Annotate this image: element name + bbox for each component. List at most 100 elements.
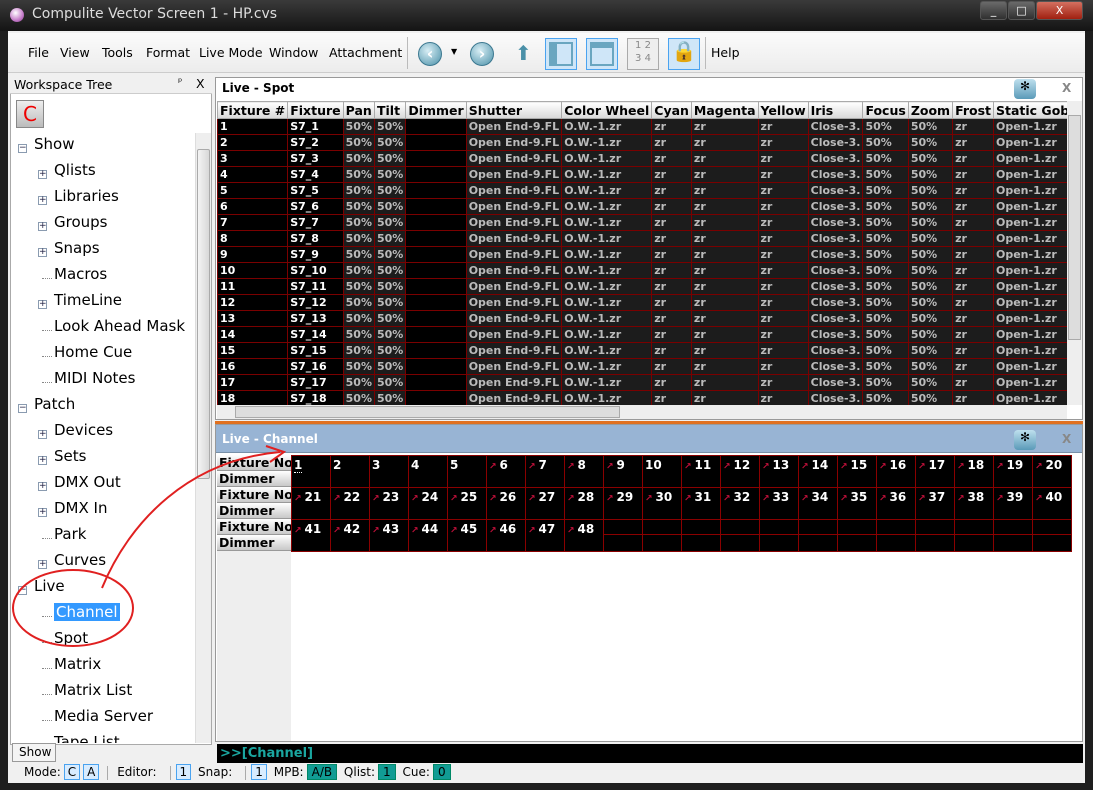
table-cell[interactable]: zr: [651, 134, 692, 151]
table-cell[interactable]: 50%: [373, 166, 407, 183]
table-cell[interactable]: zr: [757, 214, 809, 231]
snap-value[interactable]: 1: [251, 764, 267, 780]
empty-channel-cell[interactable]: [798, 519, 838, 552]
table-cell[interactable]: [405, 262, 467, 279]
channel-cell-30[interactable]: ↗ 30: [642, 487, 682, 520]
table-cell[interactable]: 50%: [373, 150, 407, 167]
table-cell[interactable]: 50%: [907, 230, 954, 247]
column-header[interactable]: Fixture #: [217, 101, 289, 119]
collapse-icon[interactable]: −: [18, 144, 27, 153]
table-cell[interactable]: 13: [217, 310, 289, 327]
column-header[interactable]: Frost: [952, 101, 994, 119]
column-header[interactable]: Static Gobo Whe: [992, 101, 1067, 119]
column-header[interactable]: Magenta: [690, 101, 759, 119]
table-cell[interactable]: zr: [952, 342, 994, 359]
table-cell[interactable]: zr: [952, 390, 994, 405]
table-cell[interactable]: zr: [757, 150, 809, 167]
table-cell[interactable]: [405, 294, 467, 311]
channel-cell-46[interactable]: ↗ 46: [486, 519, 526, 552]
table-cell[interactable]: zr: [651, 374, 692, 391]
table-cell[interactable]: 50%: [373, 198, 407, 215]
table-cell[interactable]: Close-3.: [807, 390, 864, 405]
table-cell[interactable]: 50%: [907, 326, 954, 343]
table-cell[interactable]: zr: [690, 214, 759, 231]
tree-item-sets[interactable]: Sets: [54, 447, 86, 465]
table-cell[interactable]: S7_14: [287, 326, 344, 343]
table-cell[interactable]: Close-3.: [807, 358, 864, 375]
table-cell[interactable]: S7_10: [287, 262, 344, 279]
channel-cell-11[interactable]: ↗ 11: [681, 455, 721, 488]
table-cell[interactable]: 50%: [342, 134, 375, 151]
close-icon[interactable]: X: [196, 76, 205, 91]
settings-gear-icon[interactable]: ✻: [1014, 430, 1036, 450]
expand-icon[interactable]: +: [38, 560, 47, 569]
expand-icon[interactable]: +: [38, 482, 47, 491]
table-cell[interactable]: 10: [217, 262, 289, 279]
table-row[interactable]: 13 S7_13 50% 50% Open End-9.FL O.W.-1.zr zr zr z…: [217, 310, 1067, 327]
table-cell[interactable]: S7_1: [287, 118, 344, 135]
table-cell[interactable]: [405, 118, 467, 135]
table-cell[interactable]: Open-1.zr: [992, 374, 1067, 391]
channel-cell-22[interactable]: ↗ 22: [330, 487, 370, 520]
table-cell[interactable]: zr: [651, 390, 692, 405]
channel-cell-42[interactable]: ↗ 42: [330, 519, 370, 552]
tree-item-matrix-list[interactable]: Matrix List: [54, 681, 132, 699]
table-cell[interactable]: zr: [690, 358, 759, 375]
channel-cell-18[interactable]: ↗ 18: [954, 455, 994, 488]
close-icon[interactable]: X: [1062, 432, 1071, 446]
table-cell[interactable]: Open-1.zr: [992, 358, 1067, 375]
table-cell[interactable]: [405, 278, 467, 295]
layout-tree-icon[interactable]: [545, 38, 577, 70]
table-cell[interactable]: zr: [757, 246, 809, 263]
tree-item-curves[interactable]: Curves: [54, 551, 106, 569]
table-cell[interactable]: zr: [952, 326, 994, 343]
table-cell[interactable]: zr: [952, 198, 994, 215]
mode-a[interactable]: A: [83, 764, 100, 780]
empty-channel-cell[interactable]: [1032, 519, 1072, 552]
tree-item-home-cue[interactable]: Home Cue: [54, 343, 132, 361]
table-cell[interactable]: 50%: [342, 294, 375, 311]
channel-cell-32[interactable]: ↗ 32: [720, 487, 760, 520]
table-cell[interactable]: zr: [651, 358, 692, 375]
menu-format[interactable]: Format: [146, 45, 190, 60]
table-cell[interactable]: Close-3.: [807, 166, 864, 183]
channel-cell-38[interactable]: ↗ 38: [954, 487, 994, 520]
table-cell[interactable]: O.W.-1.zr: [561, 262, 653, 279]
channel-cell-44[interactable]: ↗ 44: [408, 519, 448, 552]
tree-item-live[interactable]: Live: [34, 577, 65, 595]
table-cell[interactable]: 4: [217, 166, 289, 183]
table-cell[interactable]: zr: [690, 390, 759, 405]
table-cell[interactable]: S7_15: [287, 342, 344, 359]
table-cell[interactable]: zr: [651, 310, 692, 327]
channel-cell-4[interactable]: 4: [408, 455, 448, 488]
table-cell[interactable]: zr: [757, 198, 809, 215]
table-cell[interactable]: zr: [757, 294, 809, 311]
table-row[interactable]: 10 S7_10 50% 50% Open End-9.FL O.W.-1.zr zr zr z…: [217, 262, 1067, 279]
table-cell[interactable]: [405, 214, 467, 231]
table-cell[interactable]: Open-1.zr: [992, 118, 1067, 135]
table-cell[interactable]: zr: [651, 150, 692, 167]
table-cell[interactable]: 50%: [342, 326, 375, 343]
table-cell[interactable]: S7_2: [287, 134, 344, 151]
table-cell[interactable]: zr: [651, 230, 692, 247]
table-cell[interactable]: 14: [217, 326, 289, 343]
close-icon[interactable]: X: [1062, 81, 1071, 95]
channel-cell-48[interactable]: ↗ 48: [564, 519, 604, 552]
table-cell[interactable]: zr: [690, 342, 759, 359]
table-cell[interactable]: S7_6: [287, 198, 344, 215]
tree-item-tape-list[interactable]: Tape List: [54, 733, 120, 743]
table-cell[interactable]: zr: [651, 262, 692, 279]
menu-view[interactable]: View: [60, 45, 90, 60]
table-cell[interactable]: 50%: [342, 230, 375, 247]
table-cell[interactable]: 50%: [373, 246, 407, 263]
table-cell[interactable]: Close-3.: [807, 230, 864, 247]
table-cell[interactable]: 50%: [342, 278, 375, 295]
expand-icon[interactable]: +: [38, 430, 47, 439]
table-cell[interactable]: [405, 310, 467, 327]
table-row[interactable]: 2 S7_2 50% 50% Open End-9.FL O.W.-1.zr zr zr zr C…: [217, 134, 1067, 151]
table-cell[interactable]: zr: [952, 150, 994, 167]
channel-cell-45[interactable]: ↗ 45: [447, 519, 487, 552]
channel-cell-19[interactable]: ↗ 19: [993, 455, 1033, 488]
table-cell[interactable]: Open-1.zr: [992, 294, 1067, 311]
table-row[interactable]: 8 S7_8 50% 50% Open End-9.FL O.W.-1.zr zr zr zr C…: [217, 230, 1067, 247]
